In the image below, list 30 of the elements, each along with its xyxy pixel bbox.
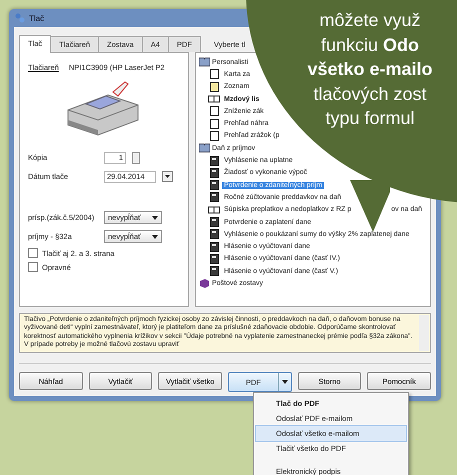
window-title: Tlač (29, 14, 44, 22)
book-icon (198, 143, 210, 154)
form-icon (210, 156, 218, 166)
note-icon (210, 82, 218, 92)
checkbox[interactable] (28, 262, 38, 272)
open-book-icon (208, 206, 220, 214)
form-icon (210, 229, 218, 240)
form-icon (210, 168, 218, 178)
dropdown-icon[interactable] (162, 171, 173, 182)
form-icon (210, 192, 218, 202)
page-icon (210, 69, 218, 80)
caret-icon[interactable] (282, 380, 288, 384)
page-icon (210, 106, 218, 116)
spinner-icon[interactable] (132, 152, 140, 164)
page-icon (210, 118, 218, 129)
form-icon (210, 242, 218, 252)
book-icon (198, 57, 210, 68)
caret-icon (152, 216, 158, 220)
scrollbar[interactable] (419, 315, 429, 351)
callout-text: môžete využ funkciu Odo všetko e-mailo tlačových zost typu formul (306, 9, 434, 130)
app-icon (15, 13, 25, 23)
page-icon (210, 130, 218, 141)
open-book-icon (208, 95, 220, 104)
form-icon (210, 254, 218, 264)
form-icon (210, 180, 218, 190)
package-icon (198, 278, 210, 288)
checkbox[interactable] (28, 248, 38, 258)
form-icon (210, 217, 218, 227)
caret-icon (152, 234, 158, 238)
form-icon (210, 266, 218, 276)
